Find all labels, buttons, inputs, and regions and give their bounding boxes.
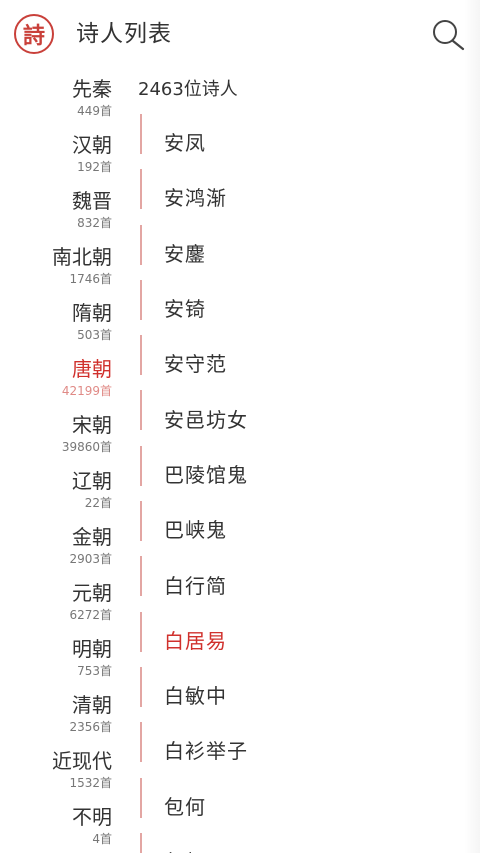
poet-name: 安守范: [164, 352, 227, 377]
poet-item[interactable]: 安凤: [140, 114, 460, 169]
poet-item[interactable]: 白敏中: [140, 666, 460, 722]
dynasty-name: 明朝: [72, 637, 112, 661]
dynasty-count: 2903首: [69, 552, 112, 566]
dynasty-name: 不明: [72, 805, 112, 829]
dynasty-item[interactable]: 元朝 6272首: [0, 578, 126, 634]
poet-name: 包何: [164, 794, 206, 819]
poet-item[interactable]: 包贺: [140, 832, 460, 853]
poet-item[interactable]: 白行简: [140, 556, 460, 611]
dynasty-list: 先秦 449首汉朝 192首魏晋 832首南北朝 1746首隋朝 503首唐朝 42199首…: [0, 74, 126, 853]
dynasty-count: 22首: [84, 496, 112, 510]
dynasty-count: 449首: [77, 104, 112, 118]
dynasty-item[interactable]: 先秦 449首: [0, 74, 126, 130]
dynasty-name: 汉朝: [72, 133, 112, 157]
dynasty-item[interactable]: 清朝 2356首: [0, 690, 126, 746]
dynasty-name: 唐朝: [72, 357, 112, 381]
poet-item[interactable]: 巴峡鬼: [140, 501, 460, 556]
dynasty-name: 南北朝: [52, 245, 112, 269]
poet-name: 安凤: [164, 131, 206, 156]
poet-item[interactable]: 白衫举子: [140, 722, 460, 777]
poet-name: 安锜: [164, 297, 206, 322]
dynasty-count: 4首: [92, 832, 112, 846]
dynasty-count: 832首: [77, 216, 112, 230]
poet-name: 白敏中: [164, 684, 227, 709]
dynasty-name: 魏晋: [72, 189, 112, 213]
dynasty-item[interactable]: 近现代 1532首: [0, 746, 126, 802]
edge-shade: [464, 0, 480, 853]
page-title: 诗人列表: [76, 21, 172, 47]
dynasty-name: 元朝: [72, 581, 112, 605]
dynasty-count: 753首: [77, 664, 112, 678]
poet-name: 巴峡鬼: [164, 518, 227, 543]
poet-name: 白居易: [164, 628, 227, 653]
poet-name: 白行简: [164, 573, 227, 598]
dynasty-item[interactable]: 明朝 753首: [0, 634, 126, 690]
poet-item[interactable]: 安邑坊女: [140, 390, 460, 445]
poet-item[interactable]: 安锜: [140, 279, 460, 335]
poet-item[interactable]: 安鏖: [140, 224, 460, 280]
poet-name: 白衫举子: [164, 739, 248, 764]
dynasty-item[interactable]: 南北朝 1746首: [0, 242, 126, 298]
dynasty-count: 192首: [77, 160, 112, 174]
header: 詩 诗人列表: [0, 0, 480, 68]
poet-item[interactable]: 安守范: [140, 335, 460, 390]
dynasty-count: 39860首: [61, 440, 112, 454]
poet-panel: 2463位诗人 安凤安鸿渐安鏖安锜安守范安邑坊女巴陵馆鬼巴峡鬼白行简白居易白敏中…: [126, 74, 480, 853]
dynasty-item[interactable]: 唐朝 42199首: [0, 354, 126, 410]
search-icon[interactable]: [430, 18, 466, 52]
poet-item[interactable]: 包何: [140, 777, 460, 833]
dynasty-item[interactable]: 不明 4首: [0, 802, 126, 853]
dynasty-count: 2356首: [69, 720, 112, 734]
dynasty-count: 503首: [77, 328, 112, 342]
poet-name: 安邑坊女: [164, 407, 248, 432]
logo: 詩: [14, 14, 54, 54]
dynasty-count: 1746首: [69, 272, 112, 286]
poet-name: 包贺: [164, 846, 206, 853]
dynasty-item[interactable]: 隋朝 503首: [0, 298, 126, 354]
dynasty-count: 42199首: [61, 384, 112, 398]
poet-name: 巴陵馆鬼: [164, 462, 248, 487]
poet-list: 安凤安鸿渐安鏖安锜安守范安邑坊女巴陵馆鬼巴峡鬼白行简白居易白敏中白衫举子包何包贺: [140, 114, 460, 853]
dynasty-item[interactable]: 辽朝 22首: [0, 466, 126, 522]
dynasty-item[interactable]: 宋朝 39860首: [0, 410, 126, 466]
dynasty-name: 辽朝: [72, 469, 112, 493]
app-root: 詩 诗人列表 先秦 449首汉朝 192首魏晋 832首南北朝 1746首隋朝 503首唐…: [0, 0, 480, 853]
dynasty-name: 宋朝: [72, 413, 112, 437]
dynasty-count: 6272首: [69, 608, 112, 622]
poet-name: 安鸿渐: [164, 186, 227, 211]
poet-count: 2463位诗人: [138, 79, 238, 100]
poet-item[interactable]: 巴陵馆鬼: [140, 445, 460, 501]
dynasty-name: 清朝: [72, 693, 112, 717]
poet-item[interactable]: 白居易: [140, 611, 460, 667]
dynasty-name: 近现代: [52, 749, 112, 773]
dynasty-count: 1532首: [69, 776, 112, 790]
dynasty-item[interactable]: 魏晋 832首: [0, 186, 126, 242]
poet-item[interactable]: 安鸿渐: [140, 169, 460, 224]
dynasty-name: 先秦: [72, 77, 112, 101]
dynasty-name: 隋朝: [72, 301, 112, 325]
dynasty-item[interactable]: 汉朝 192首: [0, 130, 126, 186]
dynasty-name: 金朝: [72, 525, 112, 549]
poet-name: 安鏖: [164, 241, 206, 266]
dynasty-item[interactable]: 金朝 2903首: [0, 522, 126, 578]
